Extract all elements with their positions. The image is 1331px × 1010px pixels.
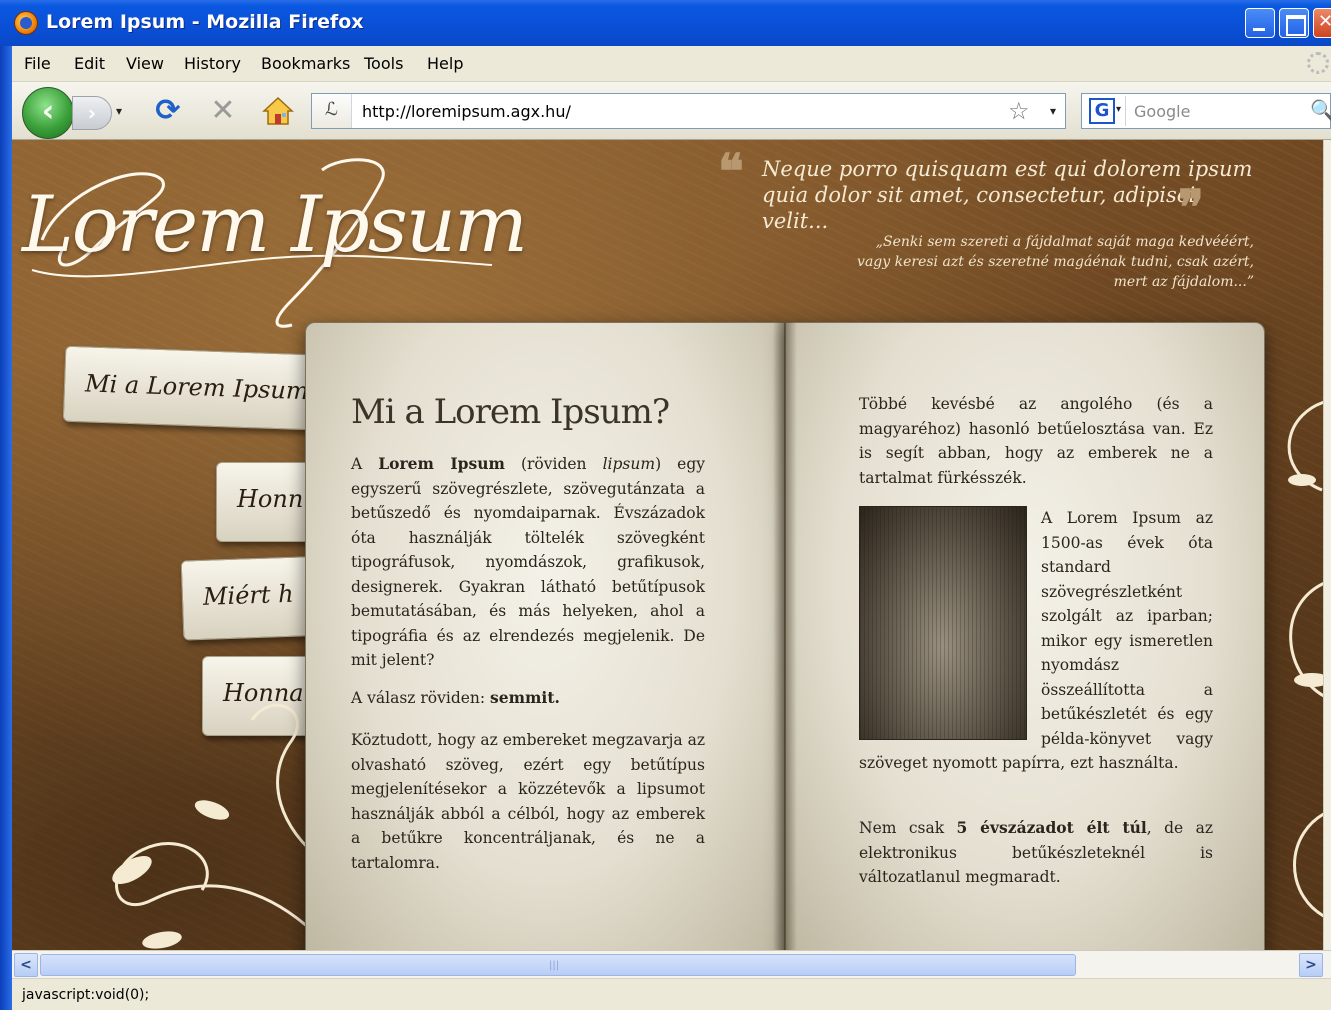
menu-help[interactable]: Help <box>427 54 463 73</box>
menu-file[interactable]: File <box>24 54 51 73</box>
menu-edit[interactable]: Edit <box>74 54 105 73</box>
search-magnifier-icon[interactable]: 🔍 <box>1310 98 1331 122</box>
firefox-icon <box>14 11 38 35</box>
bookmark-star-icon[interactable]: ☆ <box>1008 97 1030 125</box>
google-icon: G <box>1089 98 1115 124</box>
horizontal-scrollbar[interactable]: < ||| > <box>12 950 1331 978</box>
menu-view[interactable]: View <box>126 54 164 73</box>
header-quote-translation: „Senki sem szereti a fájdalmat saját mag… <box>857 234 1254 290</box>
url-dropdown-icon[interactable]: ▾ <box>1050 104 1056 118</box>
scroll-right-button[interactable]: > <box>1299 953 1323 977</box>
vertical-scrollbar[interactable] <box>1323 140 1331 950</box>
site-logo[interactable]: Lorem Ipsum <box>22 180 528 270</box>
paragraph-answer: A válasz röviden: semmit. <box>351 688 560 707</box>
floral-ornament-right-icon <box>1287 401 1323 918</box>
status-text: javascript:void(0); <box>22 987 150 1003</box>
paragraph-survived: Nem csak 5 évszázadot élt túl, de az ele… <box>859 818 1213 886</box>
search-bar[interactable]: G ▾ Google 🔍 <box>1081 93 1331 129</box>
throbber-icon <box>1307 52 1329 74</box>
quote-open-icon: ❝ <box>718 144 744 200</box>
address-bar[interactable]: ℒ http://loremipsum.agx.hu/ ☆ ▾ <box>311 93 1066 129</box>
nav-item-mi-a-lorem-ipsum[interactable]: Mi a Lorem Ipsum <box>62 345 316 431</box>
page-title: Mi a Lorem Ipsum? <box>351 392 670 432</box>
url-input[interactable]: http://loremipsum.agx.hu/ <box>362 102 571 121</box>
site-identity-icon[interactable]: ℒ <box>312 94 352 128</box>
book-spine <box>773 322 797 950</box>
scroll-thumb[interactable]: ||| <box>40 954 1076 976</box>
menu-history[interactable]: History <box>184 54 241 73</box>
floral-ornament-icon <box>112 703 324 949</box>
engine-dropdown-icon: ▾ <box>1116 104 1122 115</box>
history-block: A Lorem Ipsum az 1500-as évek óta standa… <box>859 506 1213 776</box>
history-dropdown-icon[interactable]: ▾ <box>116 104 122 118</box>
open-book: Mi a Lorem Ipsum? A Lorem Ipsum (röviden… <box>305 322 1265 950</box>
back-button[interactable]: ‹ <box>22 87 74 139</box>
paragraph-intro: A Lorem Ipsum (röviden lipsum) egy egysz… <box>351 454 706 669</box>
paragraph-distribution: Többé kevésbé az angolého (és a magyaréh… <box>859 395 1213 487</box>
printing-press-image <box>859 506 1027 740</box>
scroll-left-button[interactable]: < <box>14 953 38 977</box>
paragraph-known: Köztudott, hogy az embereket megzavarja … <box>351 731 705 872</box>
search-engine-button[interactable]: G ▾ <box>1084 96 1126 126</box>
page-content: Lorem Ipsum ❝ Neque porro quisquam est q… <box>12 140 1323 950</box>
maximize-button[interactable] <box>1279 8 1309 38</box>
menu-tools[interactable]: Tools <box>364 54 403 73</box>
home-button[interactable] <box>262 96 294 126</box>
scroll-grip-icon: ||| <box>549 960 560 971</box>
search-input[interactable]: Google <box>1134 102 1190 121</box>
close-button[interactable] <box>1313 8 1331 38</box>
window-frame <box>0 46 12 1010</box>
title-bar: Lorem Ipsum - Mozilla Firefox <box>0 0 1331 46</box>
forward-button[interactable]: › <box>72 96 112 130</box>
navigation-toolbar: ‹ › ▾ ⟳ ✕ ℒ http://loremipsum.agx.hu/ ☆ … <box>12 82 1331 140</box>
reload-button[interactable]: ⟳ <box>150 94 186 130</box>
minimize-button[interactable] <box>1245 8 1275 38</box>
status-bar: javascript:void(0); <box>12 978 1331 1010</box>
menu-bookmarks[interactable]: Bookmarks <box>261 54 350 73</box>
menu-bar: File Edit View History Bookmarks Tools H… <box>12 46 1331 82</box>
home-icon <box>262 96 294 125</box>
stop-button[interactable]: ✕ <box>205 94 241 130</box>
quote-close-icon: ❞ <box>1178 180 1204 236</box>
window-title: Lorem Ipsum - Mozilla Firefox <box>46 11 364 33</box>
